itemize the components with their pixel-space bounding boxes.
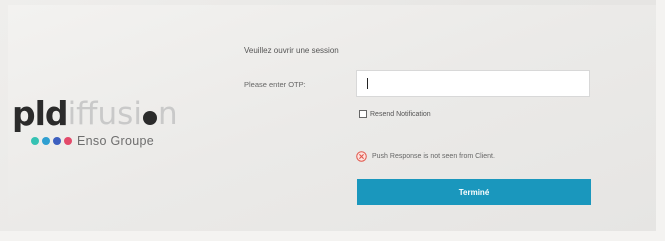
logo-wordmark-end: n [157, 96, 178, 132]
error-message: Push Response is not seen from Client. [356, 151, 495, 162]
logo-wordmark-bold: pld [12, 94, 69, 133]
error-text: Push Response is not seen from Client. [372, 153, 495, 160]
logo-dot-teal [31, 137, 39, 145]
otp-label: Please enter OTP: [244, 80, 306, 89]
submit-button[interactable]: Terminé [357, 179, 591, 205]
error-x-circle-icon [356, 151, 367, 162]
login-page: pld iffusi n Enso Groupe Veuillez ouvrir… [0, 0, 665, 241]
right-margin [656, 0, 665, 241]
resend-notification-label: Resend Notification [370, 110, 431, 118]
logo-wordmark: pld iffusi n [12, 96, 178, 130]
checkbox-box[interactable] [359, 110, 367, 118]
logo-tagline: Enso Groupe [77, 134, 154, 148]
resend-notification-checkbox[interactable]: Resend Notification [359, 110, 431, 118]
logo-dot-pink [64, 137, 72, 145]
logo-o-dot [142, 111, 157, 125]
session-title: Veuillez ouvrir une session [244, 46, 339, 55]
bottom-margin [0, 231, 665, 241]
logo-tagline-row: Enso Groupe [31, 134, 154, 148]
company-logo: pld iffusi n Enso Groupe [12, 96, 192, 156]
logo-wordmark-light: iffusi [67, 96, 142, 132]
logo-dot-blue [42, 137, 50, 145]
otp-input[interactable] [356, 70, 590, 97]
text-caret [367, 78, 368, 89]
logo-dot-indigo [53, 137, 61, 145]
